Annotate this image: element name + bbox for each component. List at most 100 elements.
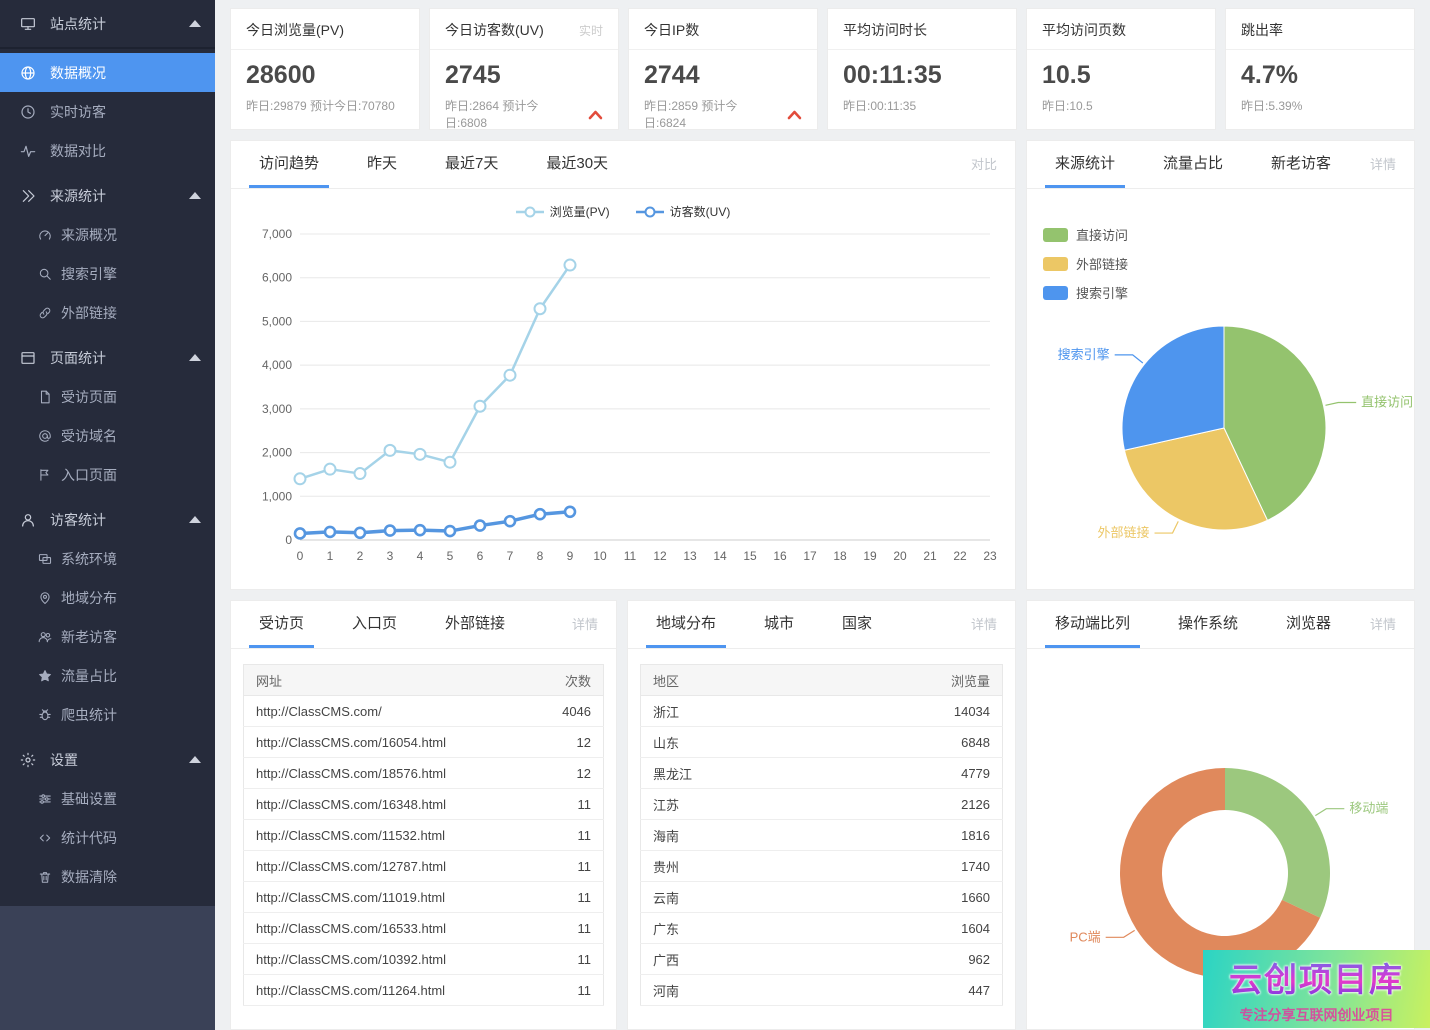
tab-os[interactable]: 操作系统 xyxy=(1168,601,1248,648)
source-stats-action-link[interactable]: 详情 xyxy=(1370,141,1396,188)
tab-city[interactable]: 城市 xyxy=(754,601,804,648)
sidebar-item-crawler-stats[interactable]: 爬虫统计 xyxy=(0,695,215,734)
stat-card-title: 平均访问时长 xyxy=(843,20,927,40)
tab-last-30-days[interactable]: 最近30天 xyxy=(536,141,618,188)
table-row[interactable]: 山东6848 xyxy=(641,727,1003,758)
tab-last-7-days[interactable]: 最近7天 xyxy=(435,141,508,188)
row-label: 河南 xyxy=(641,975,822,1006)
legend-item[interactable]: 搜索引擎 xyxy=(1043,283,1128,302)
row-value: 12 xyxy=(532,758,604,789)
svg-text:PC端: PC端 xyxy=(1070,929,1101,944)
sidebar-item-external-links[interactable]: 外部链接 xyxy=(0,293,215,332)
svg-text:23: 23 xyxy=(983,549,997,563)
row-label: 山东 xyxy=(641,727,822,758)
table-row[interactable]: http://ClassCMS.com/4046 xyxy=(244,696,604,727)
table-row[interactable]: http://ClassCMS.com/18576.html12 xyxy=(244,758,604,789)
sidebar-item-data-compare[interactable]: 数据对比 xyxy=(0,131,215,170)
sidebar-item-data-clear[interactable]: 数据清除 xyxy=(0,857,215,896)
legend-item[interactable]: 访客数(UV) xyxy=(636,203,731,220)
svg-text:2,000: 2,000 xyxy=(262,446,292,460)
stat-card-value: 00:11:35 xyxy=(828,50,1016,90)
svg-text:15: 15 xyxy=(743,549,757,563)
sidebar-item-source-stats[interactable]: 来源统计 xyxy=(0,176,215,215)
sidebar-item-basic-settings[interactable]: 基础设置 xyxy=(0,779,215,818)
sidebar-item-label: 外部链接 xyxy=(61,303,117,323)
collapse-arrow-icon[interactable] xyxy=(189,516,201,523)
visit-trend-action-link[interactable]: 对比 xyxy=(971,141,997,188)
sidebar-item-source-overview[interactable]: 来源概况 xyxy=(0,215,215,254)
row-value: 11 xyxy=(532,851,604,882)
tab-traffic-share[interactable]: 流量占比 xyxy=(1153,141,1233,188)
table-row[interactable]: 浙江14034 xyxy=(641,696,1003,727)
tab-source-stats[interactable]: 来源统计 xyxy=(1045,141,1125,188)
monitor-icon xyxy=(38,551,52,567)
table-row[interactable]: 河南447 xyxy=(641,975,1003,1006)
sidebar-item-label: 访客统计 xyxy=(50,510,106,530)
table-row[interactable]: 广西962 xyxy=(641,944,1003,975)
tab-visit-trend[interactable]: 访问趋势 xyxy=(249,141,329,188)
table-row[interactable]: 黑龙江4779 xyxy=(641,758,1003,789)
table-row[interactable]: http://ClassCMS.com/11264.html11 xyxy=(244,975,604,1006)
table-row[interactable]: 江苏2126 xyxy=(641,789,1003,820)
sidebar-item-site-stats[interactable]: 站点统计 xyxy=(0,4,215,43)
flag-icon xyxy=(38,467,52,483)
table-row[interactable]: 云南1660 xyxy=(641,882,1003,913)
row-value: 14034 xyxy=(822,696,1003,727)
tab-yesterday[interactable]: 昨天 xyxy=(357,141,407,188)
tab-visited-page[interactable]: 受访页 xyxy=(249,601,314,648)
sidebar-item-region-distribution[interactable]: 地域分布 xyxy=(0,578,215,617)
sidebar-item-new-old-visitors[interactable]: 新老访客 xyxy=(0,617,215,656)
table-row[interactable]: http://ClassCMS.com/11532.html11 xyxy=(244,820,604,851)
collapse-arrow-icon[interactable] xyxy=(189,756,201,763)
row-label: http://ClassCMS.com/12787.html xyxy=(244,851,532,882)
table-row[interactable]: http://ClassCMS.com/16348.html11 xyxy=(244,789,604,820)
sidebar-item-traffic-share[interactable]: 流量占比 xyxy=(0,656,215,695)
tab-external-link[interactable]: 外部链接 xyxy=(435,601,515,648)
sidebar-item-data-overview[interactable]: 数据概况 xyxy=(0,53,215,92)
sidebar-item-realtime-visitors[interactable]: 实时访客 xyxy=(0,92,215,131)
users-icon xyxy=(38,629,52,645)
table-row[interactable]: http://ClassCMS.com/16054.html12 xyxy=(244,727,604,758)
tab-country[interactable]: 国家 xyxy=(832,601,882,648)
tab-region-distribution[interactable]: 地域分布 xyxy=(646,601,726,648)
tab-entry-page[interactable]: 入口页 xyxy=(342,601,407,648)
legend-swatch xyxy=(1043,286,1068,300)
sidebar-item-visited-pages[interactable]: 受访页面 xyxy=(0,377,215,416)
column-header: 浏览量 xyxy=(822,665,1003,696)
sidebar-item-entry-pages[interactable]: 入口页面 xyxy=(0,455,215,494)
legend-item[interactable]: 外部链接 xyxy=(1043,254,1128,273)
collapse-arrow-icon[interactable] xyxy=(189,354,201,361)
table-row[interactable]: http://ClassCMS.com/16533.html11 xyxy=(244,913,604,944)
collapse-arrow-icon[interactable] xyxy=(189,20,201,27)
tab-browser[interactable]: 浏览器 xyxy=(1276,601,1341,648)
tab-new-old-visitors[interactable]: 新老访客 xyxy=(1261,141,1341,188)
sidebar-item-tracking-code[interactable]: 统计代码 xyxy=(0,818,215,857)
region-action-link[interactable]: 详情 xyxy=(971,601,997,648)
source-pie-legend: 直接访问外部链接搜索引擎 xyxy=(1043,225,1128,302)
gauge-icon xyxy=(38,227,52,243)
sidebar-item-visitor-stats[interactable]: 访客统计 xyxy=(0,500,215,539)
sidebar-item-system-env[interactable]: 系统环境 xyxy=(0,539,215,578)
device-ratio-action-link[interactable]: 详情 xyxy=(1370,601,1396,648)
visited-pages-action-link[interactable]: 详情 xyxy=(572,601,598,648)
table-row[interactable]: 海南1816 xyxy=(641,820,1003,851)
tab-mobile-ratio[interactable]: 移动端比列 xyxy=(1045,601,1140,648)
sidebar-item-page-stats[interactable]: 页面统计 xyxy=(0,338,215,377)
sidebar-item-settings[interactable]: 设置 xyxy=(0,740,215,779)
table-row[interactable]: http://ClassCMS.com/12787.html11 xyxy=(244,851,604,882)
table-row[interactable]: http://ClassCMS.com/10392.html11 xyxy=(244,944,604,975)
row-label: http://ClassCMS.com/11532.html xyxy=(244,820,532,851)
table-row[interactable]: 广东1604 xyxy=(641,913,1003,944)
table-row[interactable]: http://ClassCMS.com/11019.html11 xyxy=(244,882,604,913)
sidebar-item-search-engine[interactable]: 搜索引擎 xyxy=(0,254,215,293)
legend-item[interactable]: 浏览量(PV) xyxy=(516,203,610,220)
row-value: 1660 xyxy=(822,882,1003,913)
collapse-arrow-icon[interactable] xyxy=(189,192,201,199)
svg-text:18: 18 xyxy=(833,549,847,563)
sidebar-item-visited-domains[interactable]: 受访域名 xyxy=(0,416,215,455)
sidebar-item-label: 搜索引擎 xyxy=(61,264,117,284)
sidebar-item-label: 地域分布 xyxy=(61,588,117,608)
legend-item[interactable]: 直接访问 xyxy=(1043,225,1128,244)
svg-text:5: 5 xyxy=(447,549,454,563)
table-row[interactable]: 贵州1740 xyxy=(641,851,1003,882)
